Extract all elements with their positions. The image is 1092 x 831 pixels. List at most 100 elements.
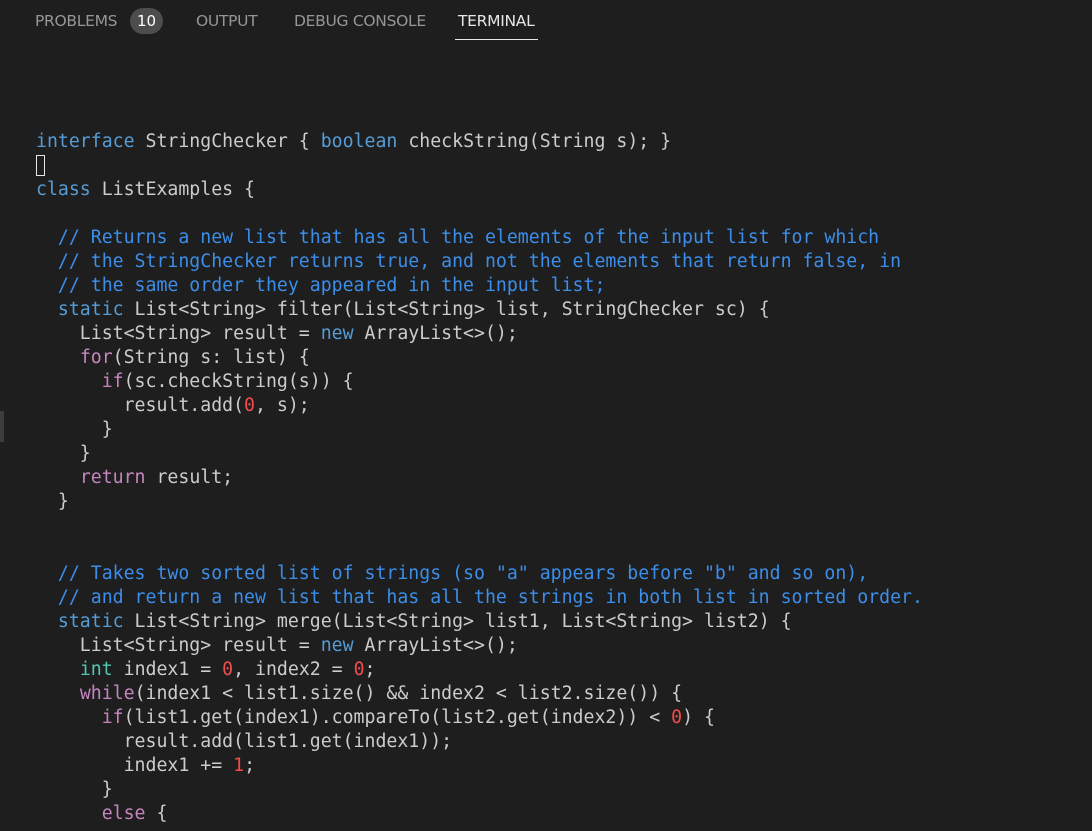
problems-count-badge: 10 xyxy=(130,8,163,34)
code-token: List<String> merge(List<String> list1, L… xyxy=(123,611,792,632)
code-token: // the same order they appeared in the i… xyxy=(36,275,606,296)
terminal-output[interactable]: interface StringChecker { boolean checkS… xyxy=(36,130,923,826)
code-token: List<String> result = xyxy=(36,635,321,656)
code-token: 0 xyxy=(671,707,683,728)
tab-problems[interactable]: PROBLEMS xyxy=(35,12,118,40)
code-token: // Takes two sorted list of strings (so … xyxy=(36,563,869,584)
terminal-line: index1 += 1; xyxy=(36,754,923,778)
terminal-line: // the StringChecker returns true, and n… xyxy=(36,250,923,274)
code-token: ListExamples { xyxy=(90,179,255,200)
code-token: ArrayList<>(); xyxy=(353,635,518,656)
terminal-line: interface StringChecker { boolean checkS… xyxy=(36,130,923,154)
code-token: // Returns a new list that has all the e… xyxy=(36,227,880,248)
code-token: index1 = xyxy=(112,659,223,680)
code-token: 0 xyxy=(353,659,365,680)
terminal-line: static List<String> filter(List<String> … xyxy=(36,298,923,322)
sash-handle[interactable] xyxy=(0,411,4,442)
code-token: (list1.get(index1).compareTo(list2.get(i… xyxy=(123,707,672,728)
tab-output[interactable]: OUTPUT xyxy=(196,12,258,40)
code-token: } xyxy=(36,419,113,440)
code-token: if xyxy=(101,707,124,728)
terminal-line: if(sc.checkString(s)) { xyxy=(36,370,923,394)
terminal-line: List<String> result = new ArrayList<>(); xyxy=(36,634,923,658)
code-token: checkString(String s); } xyxy=(397,131,672,152)
code-token: interface xyxy=(36,131,135,152)
active-tab-indicator xyxy=(455,39,538,40)
tab-debug-console[interactable]: DEBUG CONSOLE xyxy=(294,12,426,40)
terminal-line: else { xyxy=(36,802,923,826)
code-token: if xyxy=(101,371,124,392)
code-token: boolean xyxy=(320,131,398,152)
code-token: ) { xyxy=(682,707,715,728)
code-token: , s); xyxy=(255,395,310,416)
terminal-line: int index1 = 0, index2 = 0; xyxy=(36,658,923,682)
terminal-line: if(list1.get(index1).compareTo(list2.get… xyxy=(36,706,923,730)
terminal-line: class ListExamples { xyxy=(36,178,923,202)
tab-terminal[interactable]: TERMINAL xyxy=(458,12,535,40)
terminal-line: } xyxy=(36,442,923,466)
code-token: while xyxy=(79,683,135,704)
terminal-line: // the same order they appeared in the i… xyxy=(36,274,923,298)
code-token: index1 += xyxy=(36,755,234,776)
code-token: ; xyxy=(244,755,256,776)
code-token: , index2 = xyxy=(233,659,354,680)
code-token: StringChecker { xyxy=(134,131,321,152)
terminal-line: while(index1 < list1.size() && index2 < … xyxy=(36,682,923,706)
code-token: int xyxy=(79,659,113,680)
code-token: result.add(list1.get(index1)); xyxy=(36,731,453,752)
terminal-cursor xyxy=(36,155,45,176)
terminal-line: // and return a new list that has all th… xyxy=(36,586,923,610)
code-token: new xyxy=(320,635,354,656)
code-token: } xyxy=(36,779,113,800)
code-token: else xyxy=(101,803,146,824)
code-token: 0 xyxy=(222,659,234,680)
code-token: 1 xyxy=(233,755,245,776)
code-token: ; xyxy=(364,659,376,680)
code-token: } xyxy=(36,443,91,464)
terminal-line: return result; xyxy=(36,466,923,490)
terminal-line: List<String> result = new ArrayList<>(); xyxy=(36,322,923,346)
terminal-line: } xyxy=(36,418,923,442)
code-token: { xyxy=(145,803,168,824)
code-token: class xyxy=(36,179,91,200)
panel-tab-bar: PROBLEMS 10 OUTPUT DEBUG CONSOLE TERMINA… xyxy=(0,0,1092,42)
code-token: result.add( xyxy=(36,395,245,416)
code-token: new xyxy=(320,323,354,344)
code-token: // and return a new list that has all th… xyxy=(36,587,923,608)
code-token: (index1 < list1.size() && index2 < list2… xyxy=(134,683,683,704)
code-token: (String s: list) { xyxy=(112,347,310,368)
code-token: result; xyxy=(145,467,234,488)
code-token: for xyxy=(79,347,113,368)
terminal-line: for(String s: list) { xyxy=(36,346,923,370)
code-token: List<String> filter(List<String> list, S… xyxy=(123,299,770,320)
code-token: (sc.checkString(s)) { xyxy=(123,371,354,392)
code-token: 0 xyxy=(244,395,255,416)
terminal-line: result.add(0, s); xyxy=(36,394,923,418)
terminal-line: // Returns a new list that has all the e… xyxy=(36,226,923,250)
code-token: static xyxy=(57,611,124,632)
terminal-line: static List<String> merge(List<String> l… xyxy=(36,610,923,634)
terminal-line: } xyxy=(36,778,923,802)
code-token: static xyxy=(57,299,124,320)
terminal-line: result.add(list1.get(index1)); xyxy=(36,730,923,754)
terminal-line: // Takes two sorted list of strings (so … xyxy=(36,562,923,586)
code-token: List<String> result = xyxy=(36,323,321,344)
terminal-line: } xyxy=(36,490,923,514)
code-token: // the StringChecker returns true, and n… xyxy=(36,251,902,272)
code-token: return xyxy=(79,467,146,488)
code-token: ArrayList<>(); xyxy=(353,323,518,344)
code-token: } xyxy=(36,491,69,512)
